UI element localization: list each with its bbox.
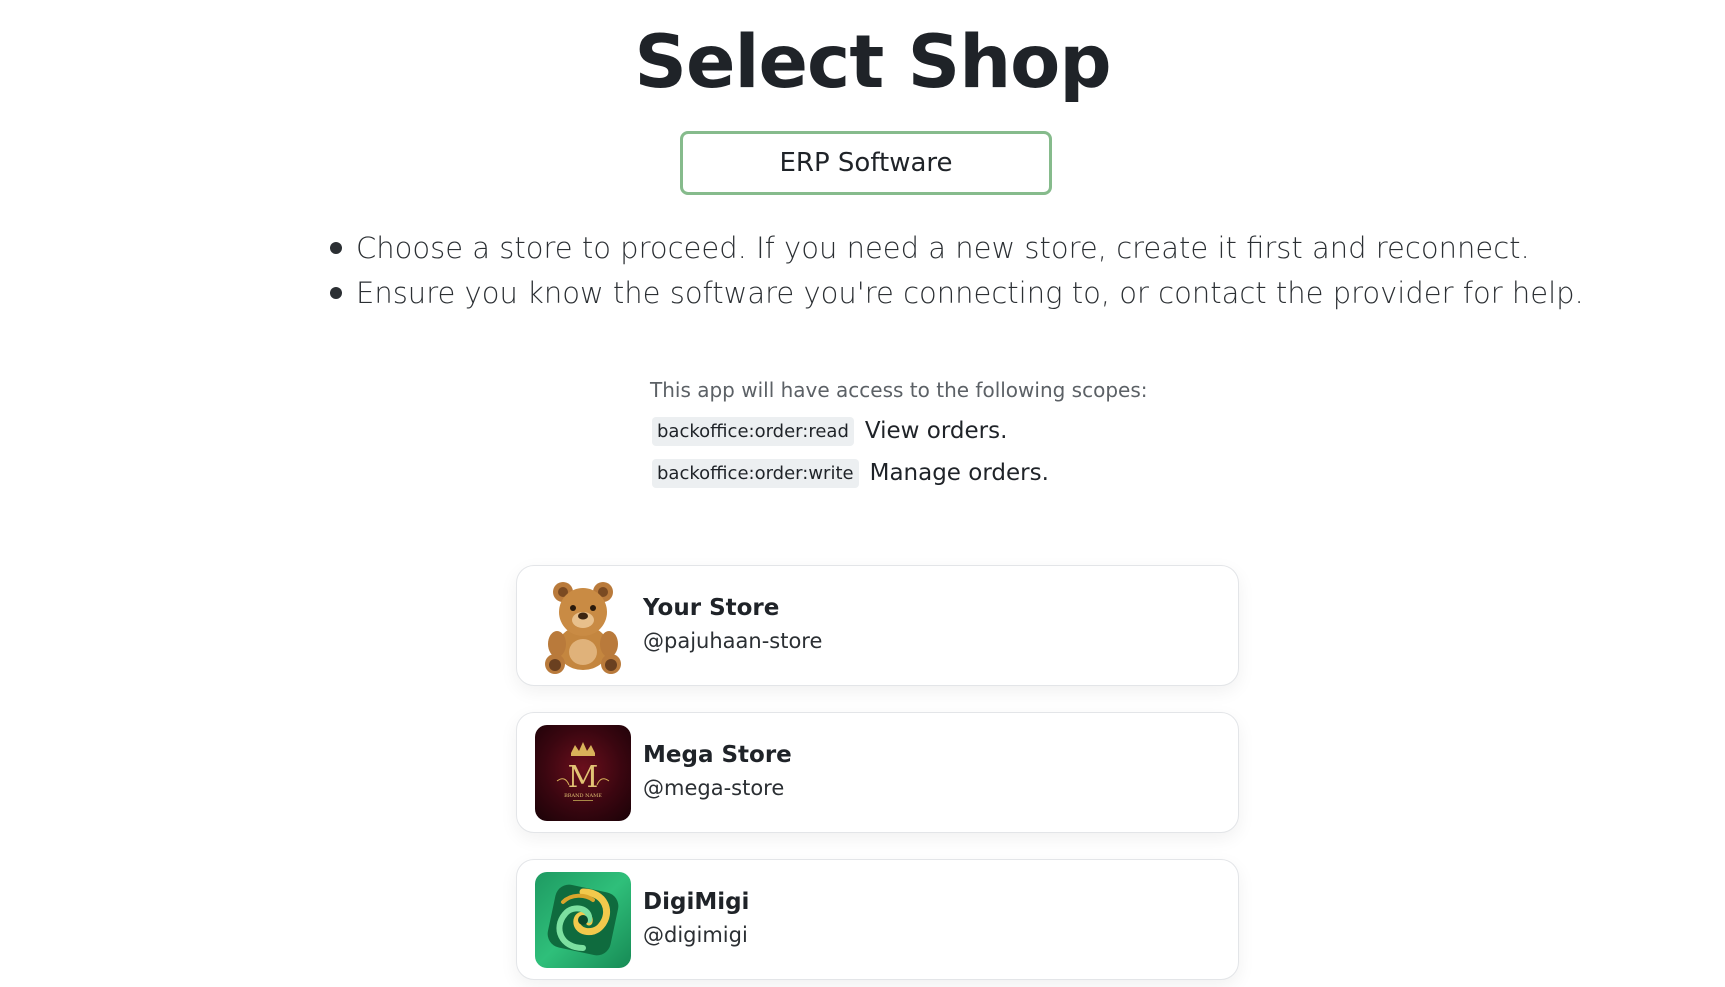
instruction-text: Choose a store to proceed. If you need a…: [356, 231, 1530, 265]
store-name: Your Store: [643, 594, 780, 621]
instructions-list: Choose a store to proceed. If you need a…: [330, 226, 1584, 316]
instruction-text: Ensure you know the software you're conn…: [356, 276, 1584, 310]
store-card-digimigi[interactable]: DigiMigi @digimigi: [516, 859, 1239, 980]
bullet-icon: [330, 242, 342, 254]
store-name: Mega Store: [643, 741, 792, 768]
store-info: DigiMigi @digimigi: [643, 887, 749, 953]
scope-row: backoffice:order:write Manage orders.: [650, 452, 1148, 494]
scope-code: backoffice:order:write: [652, 458, 859, 488]
instruction-item: Choose a store to proceed. If you need a…: [330, 226, 1584, 271]
scopes-section: This app will have access to the followi…: [650, 378, 1148, 494]
store-handle: @mega-store: [643, 775, 785, 800]
instruction-item: Ensure you know the software you're conn…: [330, 271, 1584, 316]
scopes-intro: This app will have access to the followi…: [650, 378, 1148, 402]
page-title: Select Shop: [634, 20, 1111, 105]
scope-row: backoffice:order:read View orders.: [650, 410, 1148, 452]
store-card-your-store[interactable]: Your Store @pajuhaan-store: [516, 565, 1239, 686]
bullet-icon: [330, 287, 342, 299]
select-shop-page: Select Shop ERP Software Choose a store …: [0, 0, 1725, 987]
green-swirl-logo: [535, 871, 631, 968]
scope-description: View orders.: [864, 418, 1008, 444]
svg-text:M: M: [568, 760, 599, 795]
scope-code: backoffice:order:read: [652, 416, 854, 446]
store-list: Your Store @pajuhaan-store M BRAND NAME …: [516, 565, 1239, 987]
crown-m-logo: M BRAND NAME: [535, 724, 631, 821]
teddy-bear-icon: [535, 578, 631, 674]
store-name: DigiMigi: [643, 888, 750, 915]
store-info: Mega Store @mega-store: [643, 740, 792, 806]
scope-description: Manage orders.: [869, 460, 1049, 486]
store-info: Your Store @pajuhaan-store: [643, 593, 822, 659]
logo-brand-text: BRAND NAME: [564, 793, 602, 799]
store-handle: @pajuhaan-store: [643, 628, 823, 653]
store-handle: @digimigi: [643, 922, 748, 947]
app-name-badge: ERP Software: [680, 131, 1052, 195]
store-card-mega-store[interactable]: M BRAND NAME Mega Store @mega-store: [516, 712, 1239, 833]
